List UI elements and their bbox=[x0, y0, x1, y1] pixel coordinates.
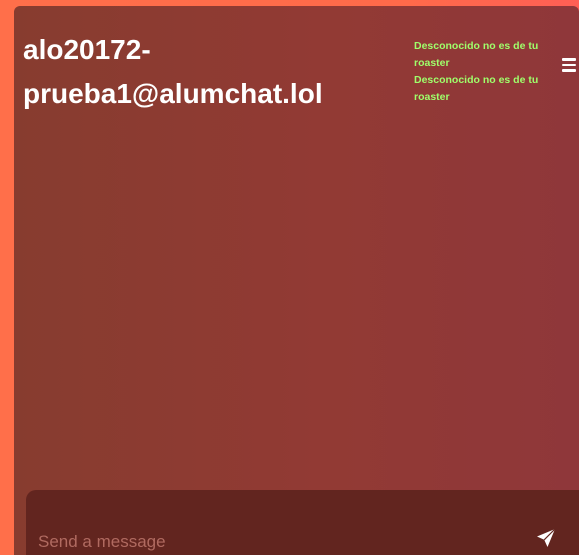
chat-title: alo20172-prueba1@alumchat.lol bbox=[23, 34, 323, 109]
paper-plane-icon bbox=[537, 528, 556, 547]
send-button[interactable] bbox=[534, 526, 558, 550]
message-input[interactable] bbox=[36, 528, 520, 555]
menu-line bbox=[562, 63, 576, 66]
menu-line bbox=[562, 58, 576, 61]
chat-panel: alo20172-prueba1@alumchat.lol Desconocid… bbox=[14, 6, 579, 555]
notification-list: Desconocido no es de tu roaster Desconoc… bbox=[414, 38, 559, 106]
message-composer bbox=[26, 490, 579, 555]
notification-message: Desconocido no es de tu roaster bbox=[414, 74, 539, 103]
hamburger-menu-icon[interactable] bbox=[562, 58, 576, 72]
notification-message: Desconocido no es de tu roaster bbox=[414, 40, 539, 69]
menu-line bbox=[562, 69, 576, 72]
